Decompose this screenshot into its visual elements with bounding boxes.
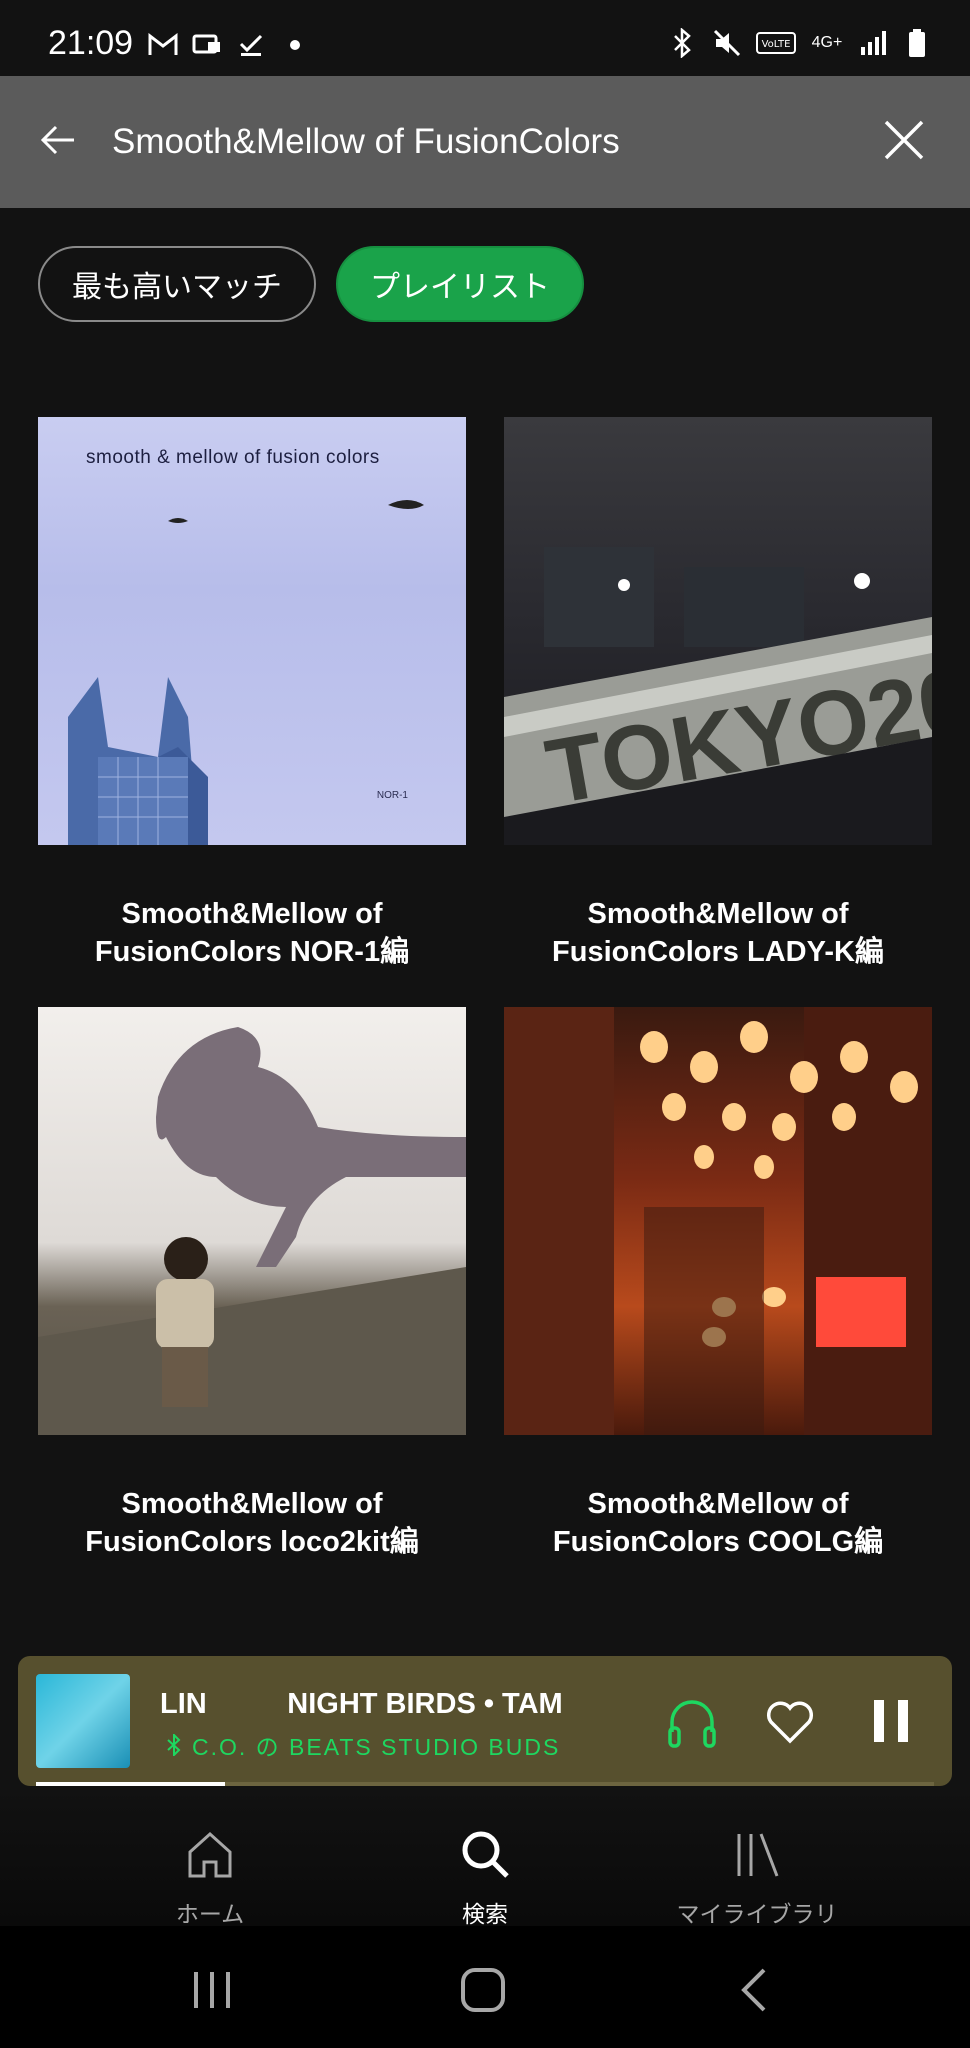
recent-apps-button[interactable] [182, 1960, 242, 2020]
playlist-title-line2: FusionColors COOLG編 [552, 1526, 884, 1558]
dot-icon [280, 30, 310, 60]
playlist-card[interactable]: TOKYO2020 Smooth&Mellow of FusionColors … [504, 417, 932, 971]
check-icon [236, 30, 266, 60]
library-icon [737, 1833, 779, 1877]
back-button[interactable] [34, 116, 82, 164]
playlist-title: Smooth&Mellow of FusionColors loco2kit編 [38, 1485, 466, 1561]
search-header: Smooth&Mellow of FusionColors [0, 76, 970, 208]
close-icon [884, 120, 924, 160]
like-button[interactable] [762, 1694, 818, 1750]
home-icon [188, 1831, 232, 1878]
cover-artwork: TOKYO2020 [504, 547, 932, 845]
filter-chip-playlists[interactable]: プレイリスト [336, 246, 584, 322]
playlist-title-line1: Smooth&Mellow of [587, 1488, 849, 1520]
headphones-icon [668, 1700, 716, 1748]
connected-device[interactable]: C.O. の BEATS STUDIO BUDS [166, 1728, 560, 1762]
search-input[interactable]: Smooth&Mellow of FusionColors [112, 122, 620, 162]
status-bar: 21:09 VoLTE 4G+ [0, 0, 970, 76]
playlist-title-line2: FusionColors NOR-1編 [94, 936, 410, 968]
now-playing-title[interactable]: LIN NIGHT BIRDS • TAM [160, 1688, 660, 1721]
mute-icon [712, 28, 742, 58]
network-label: 4G+ [811, 34, 843, 51]
heart-icon [766, 1701, 814, 1744]
playlist-cover-image: smooth & mellow of fusion colors NOR-1 [38, 417, 466, 845]
nav-search-label: 検索 [462, 1901, 508, 1927]
playlist-title: Smooth&Mellow of FusionColors COOLG編 [504, 1485, 932, 1561]
now-playing-artwork[interactable] [36, 1674, 130, 1768]
cover-artwork [68, 500, 424, 845]
nav-home[interactable]: ホーム [110, 1826, 310, 1929]
volte-icon: VoLTE [756, 28, 796, 58]
playlist-title: Smooth&Mellow of FusionColors LADY-K編 [504, 895, 932, 971]
playlist-title-line1: Smooth&Mellow of [121, 1488, 383, 1520]
bluetooth-icon [167, 1734, 181, 1756]
chevron-left-icon [741, 1968, 766, 2012]
pause-icon [874, 1700, 908, 1742]
now-playing-bar[interactable]: LIN NIGHT BIRDS • TAM C.O. の BEATS STUDI… [18, 1656, 952, 1786]
playlist-card[interactable]: Smooth&Mellow of FusionColors COOLG編 [504, 1007, 932, 1561]
playlist-title-line1: Smooth&Mellow of [121, 898, 383, 930]
playlist-cover-image: TOKYO2020 [504, 417, 932, 845]
signal-icon [858, 28, 888, 58]
playlist-title-line1: Smooth&Mellow of [587, 898, 849, 930]
clear-search-button[interactable] [876, 112, 932, 168]
cover-artwork [38, 1027, 466, 1435]
bluetooth-icon [668, 28, 698, 58]
search-icon [462, 1831, 509, 1878]
playlist-card[interactable]: smooth & mellow of fusion colors NOR-1 S… [38, 417, 466, 971]
filter-chip-best-match[interactable]: 最も高いマッチ [38, 246, 316, 322]
notification-icons [148, 30, 310, 60]
gmail-icon [148, 30, 178, 60]
nav-library-label: マイライブラリ [676, 1901, 838, 1927]
devices-button[interactable] [662, 1692, 722, 1752]
connected-device-label: C.O. の BEATS STUDIO BUDS [192, 1734, 561, 1760]
pause-button[interactable] [866, 1696, 916, 1746]
status-time: 21:09 [48, 24, 134, 62]
playlist-title-line2: FusionColors loco2kit編 [85, 1526, 419, 1558]
bottom-navigation: ホーム 検索 マイライブラリ [0, 1786, 970, 1929]
playlist-cover-image [504, 1007, 932, 1435]
arrow-left-icon [40, 125, 74, 155]
back-system-button[interactable] [726, 1960, 786, 2020]
playlist-title: Smooth&Mellow of FusionColors NOR-1編 [38, 895, 466, 971]
playlist-title-line2: FusionColors LADY-K編 [552, 936, 884, 968]
recent-apps-icon [194, 1972, 230, 2008]
playlist-card[interactable]: Smooth&Mellow of FusionColors loco2kit編 [38, 1007, 466, 1561]
volte-label: VoLTE [762, 39, 791, 50]
cover-artwork [504, 1007, 932, 1435]
4g-icon: 4G+ [810, 28, 844, 58]
system-navigation-bar [0, 1926, 970, 2048]
playlist-cover-image [38, 1007, 466, 1435]
cover-catalog-label: NOR-1 [376, 790, 408, 801]
message-icon [192, 30, 222, 60]
nav-home-label: ホーム [175, 1901, 245, 1927]
nav-library[interactable]: マイライブラリ [657, 1826, 857, 1929]
battery-icon [902, 28, 932, 58]
nav-search[interactable]: 検索 [385, 1826, 585, 1929]
system-status-icons: VoLTE 4G+ [668, 28, 932, 58]
home-square-icon [461, 1968, 505, 2012]
home-system-button[interactable] [453, 1960, 513, 2020]
